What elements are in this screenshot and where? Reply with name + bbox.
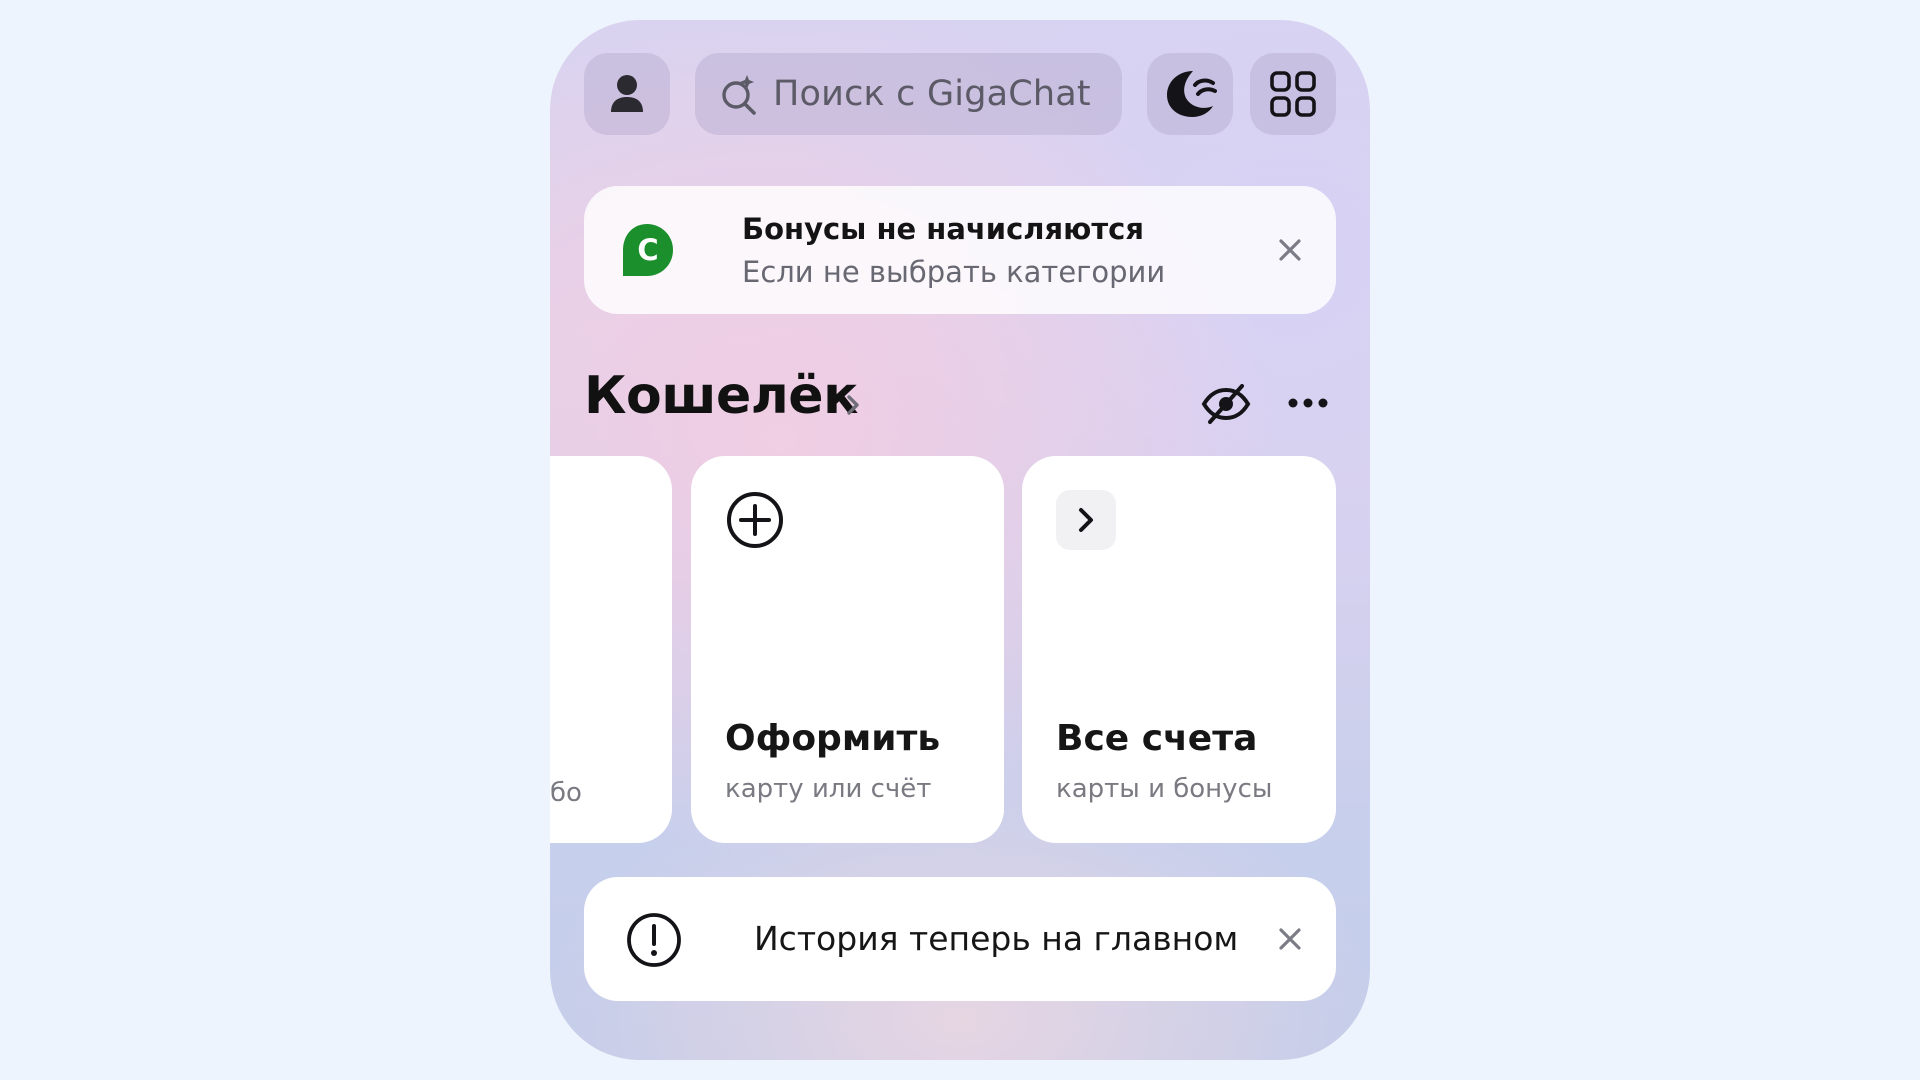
- grid-icon: [1270, 71, 1316, 117]
- wallet-card-partial[interactable]: бо: [550, 456, 672, 843]
- wallet-card-open-new[interactable]: Оформить карту или счёт: [691, 456, 1004, 843]
- search-placeholder: Поиск с GigaChat: [773, 74, 1091, 114]
- bonus-banner-title: Бонусы не начисляются: [742, 212, 1144, 246]
- wallet-card-title: Оформить: [725, 718, 941, 759]
- chevron-right-icon[interactable]: [840, 390, 866, 420]
- wallet-card-all-accounts[interactable]: Все счета карты и бонусы: [1022, 456, 1336, 843]
- screen: Поиск с GigaChat C Бонусы не начисляются…: [0, 0, 1920, 1080]
- sparkle-search-icon: [722, 75, 756, 115]
- card-icon-box: [1056, 490, 1116, 550]
- wallet-card-subtitle: карту или счёт: [725, 774, 932, 804]
- crescent-moon-icon: [1167, 71, 1217, 117]
- sber-spasibo-logo: C: [623, 224, 673, 276]
- eye-off-icon[interactable]: [1200, 378, 1252, 430]
- wallet-title[interactable]: Кошелёк: [584, 366, 858, 426]
- history-banner-close-button[interactable]: [1270, 919, 1310, 959]
- person-icon: [611, 75, 643, 112]
- svg-text:C: C: [637, 233, 658, 267]
- plus-circle-icon: [727, 492, 783, 548]
- alert-circle-icon: [627, 913, 681, 967]
- wallet-card-title: Все счета: [1056, 718, 1258, 759]
- wallet-card-subtitle: бо: [550, 778, 582, 808]
- chevron-right-icon: [1079, 508, 1093, 532]
- bonus-banner[interactable]: C Бонусы не начисляются Если не выбрать …: [584, 186, 1336, 314]
- more-dots-icon[interactable]: [1286, 388, 1330, 418]
- assistant-button[interactable]: [1147, 53, 1233, 135]
- apps-menu-button[interactable]: [1250, 53, 1336, 135]
- history-banner-text: История теперь на главном: [754, 919, 1239, 958]
- wallet-card-subtitle: карты и бонусы: [1056, 774, 1273, 804]
- bonus-banner-close-button[interactable]: [1270, 230, 1310, 270]
- close-icon: [1279, 239, 1301, 261]
- search-field[interactable]: Поиск с GigaChat: [695, 53, 1122, 135]
- history-banner[interactable]: История теперь на главном: [584, 877, 1336, 1001]
- profile-button[interactable]: [584, 53, 670, 135]
- close-icon: [1279, 928, 1301, 950]
- bonus-banner-subtitle: Если не выбрать категории: [742, 255, 1166, 289]
- phone-frame: Поиск с GigaChat C Бонусы не начисляются…: [550, 20, 1370, 1060]
